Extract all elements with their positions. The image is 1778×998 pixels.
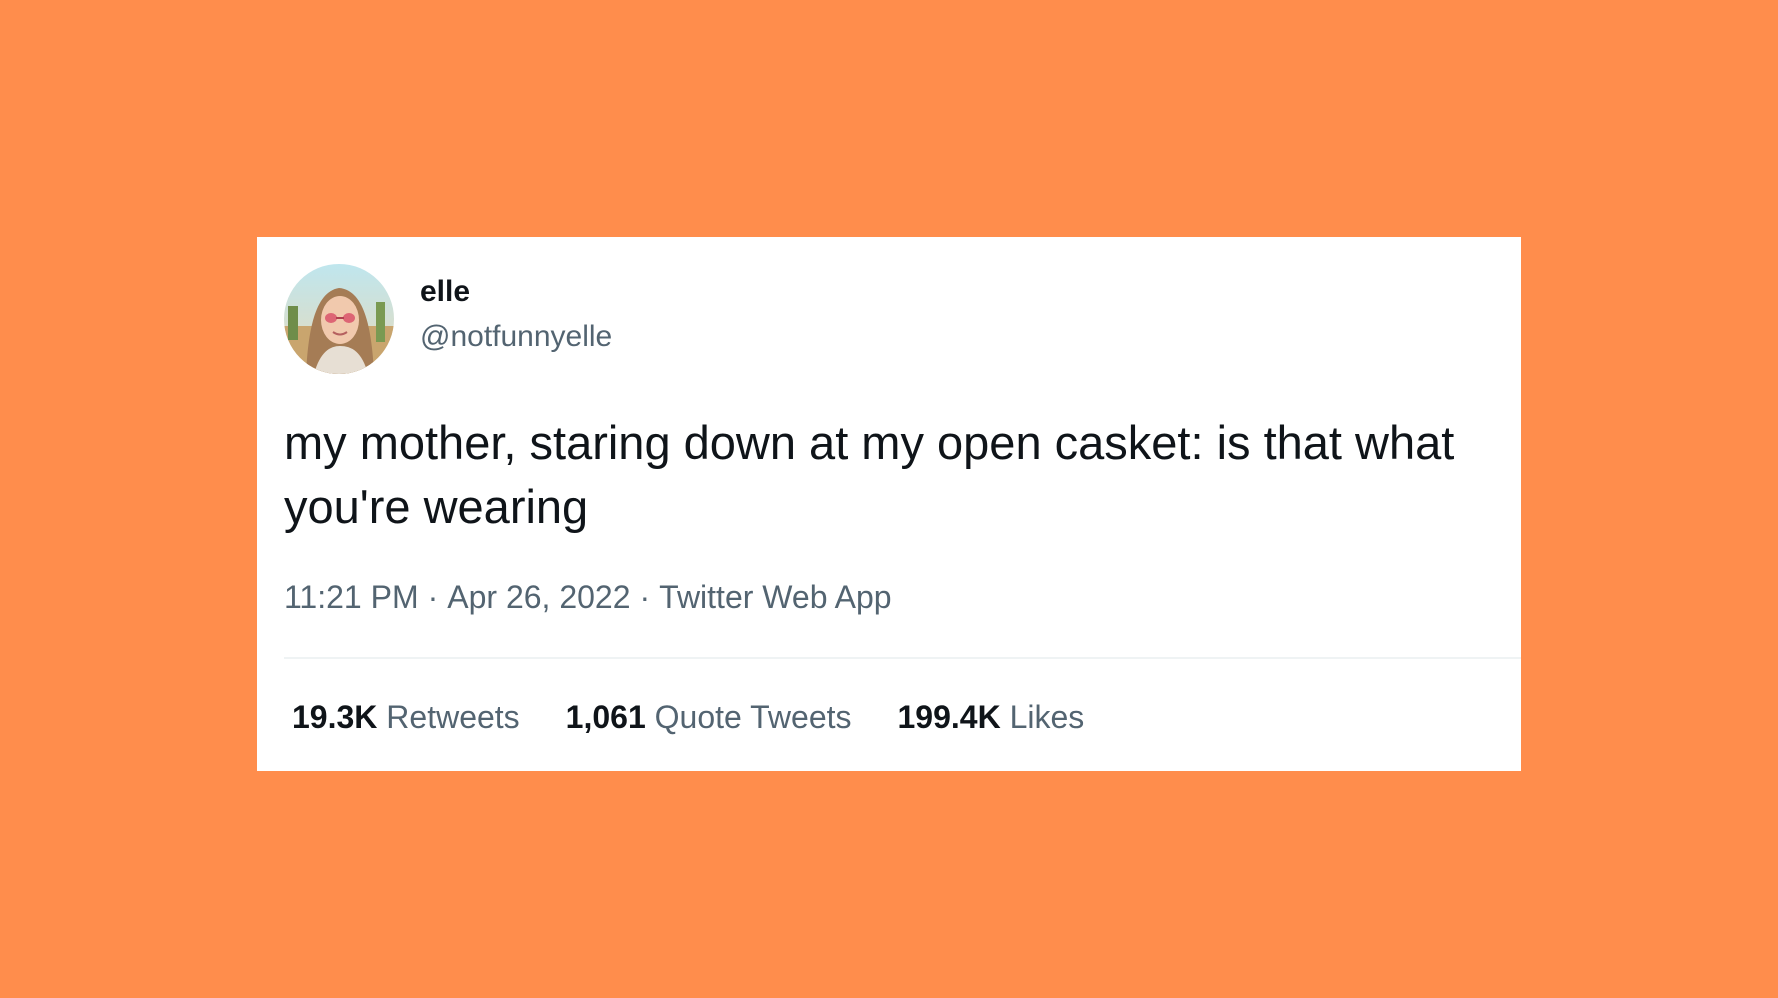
divider <box>284 657 1521 659</box>
retweets-count: 19.3K <box>292 699 378 735</box>
tweet-text: my mother, staring down at my open caske… <box>284 416 1455 533</box>
display-name[interactable]: elle <box>420 274 470 310</box>
user-handle[interactable]: @notfunnyelle <box>420 319 612 355</box>
retweets-label: Retweets <box>386 699 520 735</box>
engagement-stats: 19.3K Retweets 1,061 Quote Tweets 199.4K… <box>292 697 1084 737</box>
tweet-date[interactable]: Apr 26, 2022 <box>447 579 630 615</box>
profile-photo-icon <box>284 264 394 374</box>
tweet-card: elle @notfunnyelle my mother, staring do… <box>257 237 1521 771</box>
meta-separator: · <box>639 579 651 615</box>
quote-tweets-count: 1,061 <box>565 699 646 735</box>
likes-count: 199.4K <box>897 699 1001 735</box>
retweets-stat[interactable]: 19.3K Retweets <box>292 697 520 737</box>
meta-separator: · <box>427 579 439 615</box>
avatar[interactable] <box>284 264 394 374</box>
tweet-metadata: 11:21 PM · Apr 26, 2022 · Twitter Web App <box>284 577 892 617</box>
quote-tweets-label: Quote Tweets <box>654 699 852 735</box>
tweet-source[interactable]: Twitter Web App <box>659 579 891 615</box>
likes-stat[interactable]: 199.4K Likes <box>898 697 1085 737</box>
tweet-time[interactable]: 11:21 PM <box>284 579 419 615</box>
quote-tweets-stat[interactable]: 1,061 Quote Tweets <box>566 697 852 737</box>
likes-label: Likes <box>1009 699 1085 735</box>
